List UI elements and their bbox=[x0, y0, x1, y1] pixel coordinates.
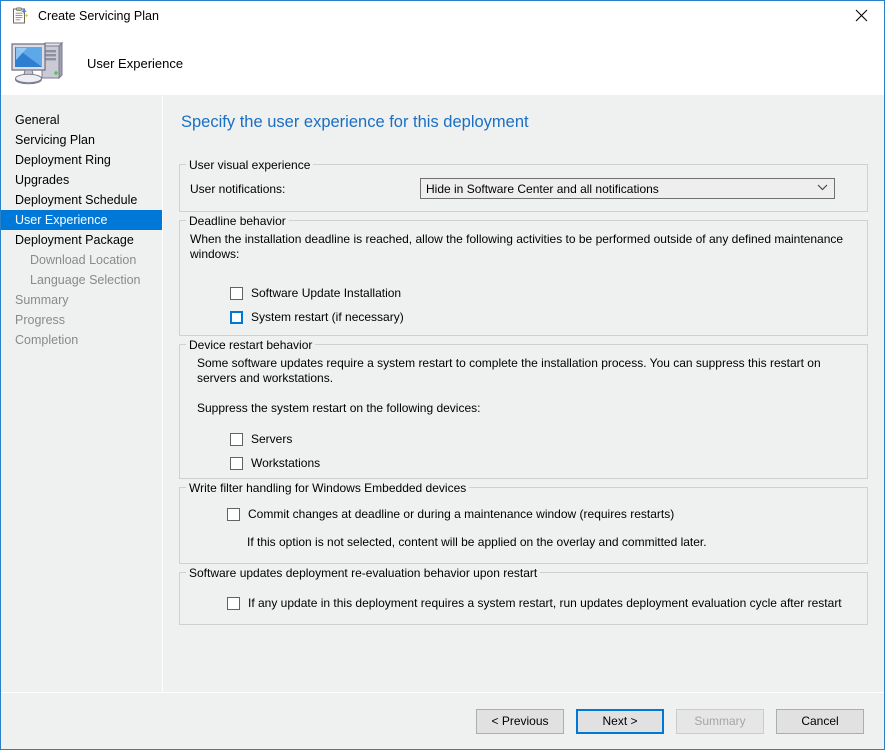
wizard-step-list: General Servicing Plan Deployment Ring U… bbox=[1, 95, 163, 692]
device-restart-description: Some software updates require a system r… bbox=[197, 356, 821, 385]
checkbox-label: System restart (if necessary) bbox=[251, 310, 404, 324]
checkbox-label: If any update in this deployment require… bbox=[248, 596, 842, 610]
title-bar: Create Servicing Plan bbox=[1, 1, 884, 31]
create-servicing-plan-window: Create Servicing Plan User Experience Ge… bbox=[0, 0, 885, 750]
computer-icon bbox=[9, 38, 65, 88]
next-button[interactable]: Next > bbox=[576, 708, 664, 734]
wizard-body: General Servicing Plan Deployment Ring U… bbox=[1, 95, 884, 692]
sidebar-item-deployment-package[interactable]: Deployment Package bbox=[1, 230, 162, 250]
sidebar-item-download-location: Download Location bbox=[30, 253, 137, 267]
reevaluation-behavior-group: Software updates deployment re-evaluatio… bbox=[179, 566, 868, 625]
close-icon[interactable] bbox=[839, 1, 884, 30]
device-restart-behavior-group: Device restart behavior Some software up… bbox=[179, 338, 868, 479]
checkbox-label: Workstations bbox=[251, 456, 321, 470]
checkbox-label: Commit changes at deadline or during a m… bbox=[248, 507, 675, 521]
deadline-description: When the installation deadline is reache… bbox=[190, 232, 844, 261]
user-notifications-value: Hide in Software Center and all notifica… bbox=[426, 181, 659, 196]
checkbox-icon bbox=[227, 508, 240, 521]
checkbox-run-evaluation-cycle[interactable]: If any update in this deployment require… bbox=[227, 596, 857, 610]
sidebar-item-language-selection: Language Selection bbox=[30, 273, 141, 287]
write-filter-note: If this option is not selected, content … bbox=[247, 535, 707, 549]
sidebar-item-progress: Progress bbox=[15, 313, 66, 327]
user-visual-experience-group: User visual experience User notification… bbox=[179, 158, 868, 212]
group-legend: User visual experience bbox=[186, 158, 314, 172]
checkbox-system-restart[interactable]: System restart (if necessary) bbox=[230, 310, 857, 324]
banner-title: User Experience bbox=[87, 55, 184, 71]
checkbox-label: Software Update Installation bbox=[251, 286, 402, 300]
checkbox-servers[interactable]: Servers bbox=[230, 432, 857, 446]
deadline-behavior-group: Deadline behavior When the installation … bbox=[179, 214, 868, 336]
checkbox-icon bbox=[230, 311, 243, 324]
sidebar-item-upgrades[interactable]: Upgrades bbox=[1, 170, 162, 190]
previous-button[interactable]: < Previous bbox=[476, 708, 564, 734]
wizard-page-content: Specify the user experience for this dep… bbox=[163, 95, 884, 692]
user-notifications-label: User notifications: bbox=[190, 181, 286, 196]
sidebar-item-completion: Completion bbox=[15, 333, 79, 347]
group-legend: Deadline behavior bbox=[186, 214, 289, 228]
sidebar-item-servicing-plan[interactable]: Servicing Plan bbox=[1, 130, 162, 150]
checkbox-commit-changes[interactable]: Commit changes at deadline or during a m… bbox=[227, 507, 857, 521]
summary-button: Summary bbox=[676, 708, 764, 734]
write-filter-group: Write filter handling for Windows Embedd… bbox=[179, 481, 868, 564]
servicing-plan-icon bbox=[11, 7, 29, 25]
page-title: Specify the user experience for this dep… bbox=[181, 113, 529, 131]
sidebar-item-general[interactable]: General bbox=[1, 110, 162, 130]
cancel-button[interactable]: Cancel bbox=[776, 708, 864, 734]
group-legend: Write filter handling for Windows Embedd… bbox=[186, 481, 470, 495]
sidebar-item-summary: Summary bbox=[15, 293, 69, 307]
sidebar-item-deployment-schedule[interactable]: Deployment Schedule bbox=[1, 190, 162, 210]
checkbox-icon bbox=[230, 457, 243, 470]
sidebar-item-user-experience[interactable]: User Experience bbox=[1, 210, 162, 230]
chevron-down-icon bbox=[817, 183, 830, 194]
checkbox-workstations[interactable]: Workstations bbox=[230, 456, 857, 470]
user-notifications-row: User notifications: Hide in Software Cen… bbox=[190, 176, 857, 203]
group-legend: Software updates deployment re-evaluatio… bbox=[186, 566, 541, 580]
user-notifications-dropdown[interactable]: Hide in Software Center and all notifica… bbox=[420, 178, 835, 199]
window-title: Create Servicing Plan bbox=[38, 9, 159, 23]
checkbox-icon bbox=[227, 597, 240, 610]
checkbox-software-update-installation[interactable]: Software Update Installation bbox=[230, 286, 857, 300]
sidebar-item-deployment-ring[interactable]: Deployment Ring bbox=[1, 150, 162, 170]
checkbox-label: Servers bbox=[251, 432, 293, 446]
wizard-banner: User Experience bbox=[1, 31, 884, 95]
group-legend: Device restart behavior bbox=[186, 338, 316, 352]
checkbox-icon bbox=[230, 287, 243, 300]
wizard-footer: < Previous Next > Summary Cancel bbox=[1, 692, 884, 749]
device-restart-subheading: Suppress the system restart on the follo… bbox=[197, 401, 481, 415]
checkbox-icon bbox=[230, 433, 243, 446]
